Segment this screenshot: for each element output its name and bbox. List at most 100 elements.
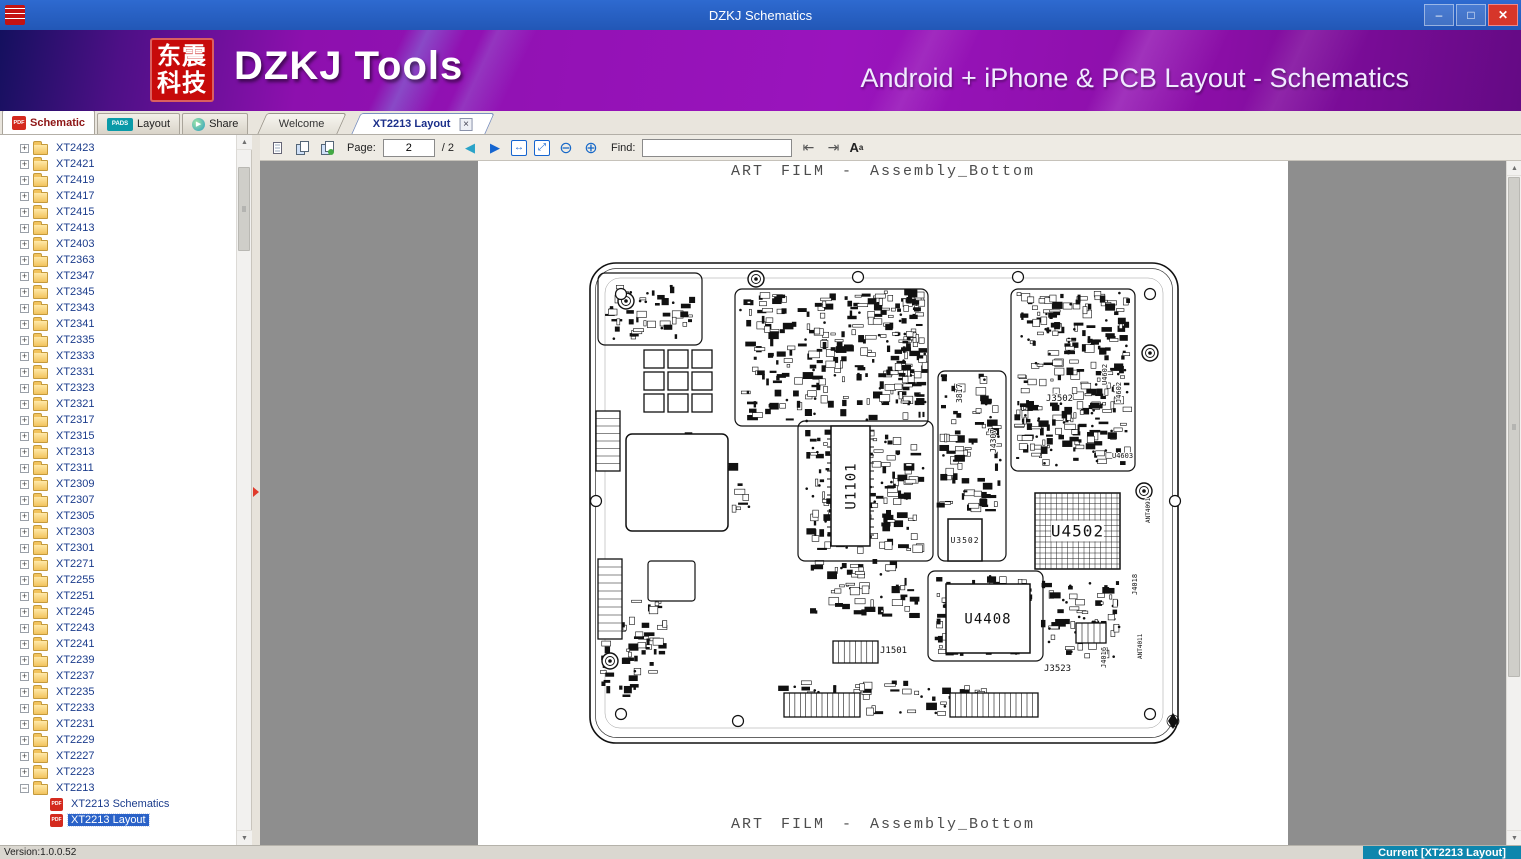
expand-box-icon[interactable]: + [20, 432, 29, 441]
viewer-scroll-thumb[interactable] [1508, 177, 1520, 677]
tree-item[interactable]: +XT2413 [0, 220, 236, 236]
tree-item[interactable]: + XT2271 [0, 556, 236, 572]
expand-box-icon[interactable]: + [20, 288, 29, 297]
tree-item-label[interactable]: XT2423 [53, 142, 98, 154]
tree-item-label[interactable]: XT2303 [53, 526, 98, 538]
expand-box-icon[interactable]: + [20, 496, 29, 505]
tree-item[interactable]: +PDFXT2213 Layout [0, 812, 236, 828]
previous-page-button[interactable]: ◀ [461, 139, 479, 157]
tree-item[interactable]: + XT2227 [0, 748, 236, 764]
page-number-input[interactable] [383, 139, 435, 157]
scroll-up-icon[interactable]: ▲ [1507, 161, 1521, 176]
tree-item-label[interactable]: XT2421 [53, 158, 98, 170]
tree-item[interactable]: +XT2311 [0, 460, 236, 476]
expand-box-icon[interactable]: + [20, 384, 29, 393]
tree-item-label[interactable]: XT2341 [53, 318, 98, 330]
tree-item-label[interactable]: XT2335 [53, 334, 98, 346]
tree-item-label[interactable]: XT2333 [53, 350, 98, 362]
expand-box-icon[interactable]: + [20, 160, 29, 169]
tree-item[interactable]: +XT2223 [0, 764, 236, 780]
tree-item[interactable]: + XT2417 [0, 188, 236, 204]
tree-item-label[interactable]: XT2331 [53, 366, 98, 378]
expand-box-icon[interactable]: + [20, 640, 29, 649]
tree-item-label[interactable]: XT2347 [53, 270, 98, 282]
facing-pages-view-icon[interactable] [293, 139, 311, 157]
tree-item[interactable]: +PDFXT2213 Schematics [0, 796, 236, 812]
find-next-icon[interactable]: ⇥ [824, 139, 842, 157]
close-tab-icon[interactable]: × [459, 118, 472, 131]
tree-item[interactable]: + XT2301 [0, 540, 236, 556]
tree-item-label[interactable]: XT2417 [53, 190, 98, 202]
expand-box-icon[interactable]: + [20, 400, 29, 409]
tree-item[interactable]: +XT2317 [0, 412, 236, 428]
tree-item-label[interactable]: XT2309 [53, 478, 98, 490]
tree-item[interactable]: +XT2307 [0, 492, 236, 508]
zoom-out-icon[interactable]: ⊖ [557, 139, 575, 157]
expand-box-icon[interactable]: + [20, 480, 29, 489]
tree-item-label[interactable]: XT2271 [53, 558, 98, 570]
tree-item[interactable]: +XT2335 [0, 332, 236, 348]
find-input[interactable] [642, 139, 792, 157]
next-page-button[interactable]: ▶ [486, 139, 504, 157]
expand-box-icon[interactable]: + [20, 272, 29, 281]
scroll-down-icon[interactable]: ▼ [1507, 830, 1521, 845]
minimize-button[interactable]: – [1424, 4, 1454, 26]
single-page-view-icon[interactable] [268, 139, 286, 157]
tree-item-label[interactable]: XT2231 [53, 718, 98, 730]
expand-box-icon[interactable]: + [20, 352, 29, 361]
tree-item-label[interactable]: XT2243 [53, 622, 98, 634]
tree-item[interactable]: + XT2235 [0, 684, 236, 700]
expand-box-icon[interactable]: + [20, 560, 29, 569]
collapse-arrow-icon[interactable] [253, 487, 259, 497]
expand-box-icon[interactable]: + [20, 544, 29, 553]
viewer-scrollbar[interactable]: ▲ ▼ [1506, 161, 1521, 845]
tree-item[interactable]: + XT2347 [0, 268, 236, 284]
expand-box-icon[interactable]: + [20, 144, 29, 153]
tree-item-label[interactable]: XT2415 [53, 206, 98, 218]
tree-item[interactable]: + XT2421 [0, 156, 236, 172]
tab-welcome[interactable]: Welcome [258, 113, 347, 134]
find-previous-icon[interactable]: ⇤ [799, 139, 817, 157]
expand-box-icon[interactable]: + [20, 240, 29, 249]
expand-box-icon[interactable]: + [20, 512, 29, 521]
expand-box-icon[interactable]: + [20, 192, 29, 201]
tab-share[interactable]: ▶ Share [182, 113, 248, 134]
tree-item-label[interactable]: XT2213 Schematics [68, 798, 172, 810]
tree-item-label[interactable]: XT2345 [53, 286, 98, 298]
tab-xt2213-layout[interactable]: XT2213 Layout × [351, 113, 494, 134]
tree-item-label[interactable]: XT2245 [53, 606, 98, 618]
tree-item[interactable]: +XT2239 [0, 652, 236, 668]
fit-width-icon[interactable]: ↔ [511, 140, 527, 156]
close-button[interactable]: ✕ [1488, 4, 1518, 26]
tree-item[interactable]: +XT2321 [0, 396, 236, 412]
expand-box-icon[interactable]: + [20, 672, 29, 681]
tree-item[interactable]: +XT2243 [0, 620, 236, 636]
expand-box-icon[interactable]: + [20, 304, 29, 313]
tree-item[interactable]: +XT2233 [0, 700, 236, 716]
expand-box-icon[interactable]: + [20, 656, 29, 665]
expand-box-icon[interactable]: + [20, 448, 29, 457]
expand-box-icon[interactable]: + [20, 592, 29, 601]
tree-item-label[interactable]: XT2213 [53, 782, 98, 794]
tree-item-label[interactable]: XT2313 [53, 446, 98, 458]
tree-item-label[interactable]: XT2223 [53, 766, 98, 778]
tree-item[interactable]: +XT2331 [0, 364, 236, 380]
expand-box-icon[interactable]: + [20, 416, 29, 425]
tree-item[interactable]: + XT2345 [0, 284, 236, 300]
expand-box-icon[interactable]: + [20, 688, 29, 697]
tab-schematic[interactable]: PDF Schematic [2, 110, 95, 134]
fit-page-icon[interactable]: ⤢ [534, 140, 550, 156]
tree-item-label[interactable]: XT2227 [53, 750, 98, 762]
expand-box-icon[interactable]: + [20, 224, 29, 233]
tree-item[interactable]: +XT2415 [0, 204, 236, 220]
expand-box-icon[interactable]: + [20, 752, 29, 761]
tree-item-label[interactable]: XT2301 [53, 542, 98, 554]
tree-item-label[interactable]: XT2419 [53, 174, 98, 186]
tree-item-label[interactable]: XT2235 [53, 686, 98, 698]
tree-item[interactable]: + XT2313 [0, 444, 236, 460]
tree-item[interactable]: +XT2341 [0, 316, 236, 332]
tree-item[interactable]: + XT2423 [0, 140, 236, 156]
tree-item-label[interactable]: XT2229 [53, 734, 98, 746]
expand-box-icon[interactable]: + [20, 464, 29, 473]
tree-item-label[interactable]: XT2237 [53, 670, 98, 682]
